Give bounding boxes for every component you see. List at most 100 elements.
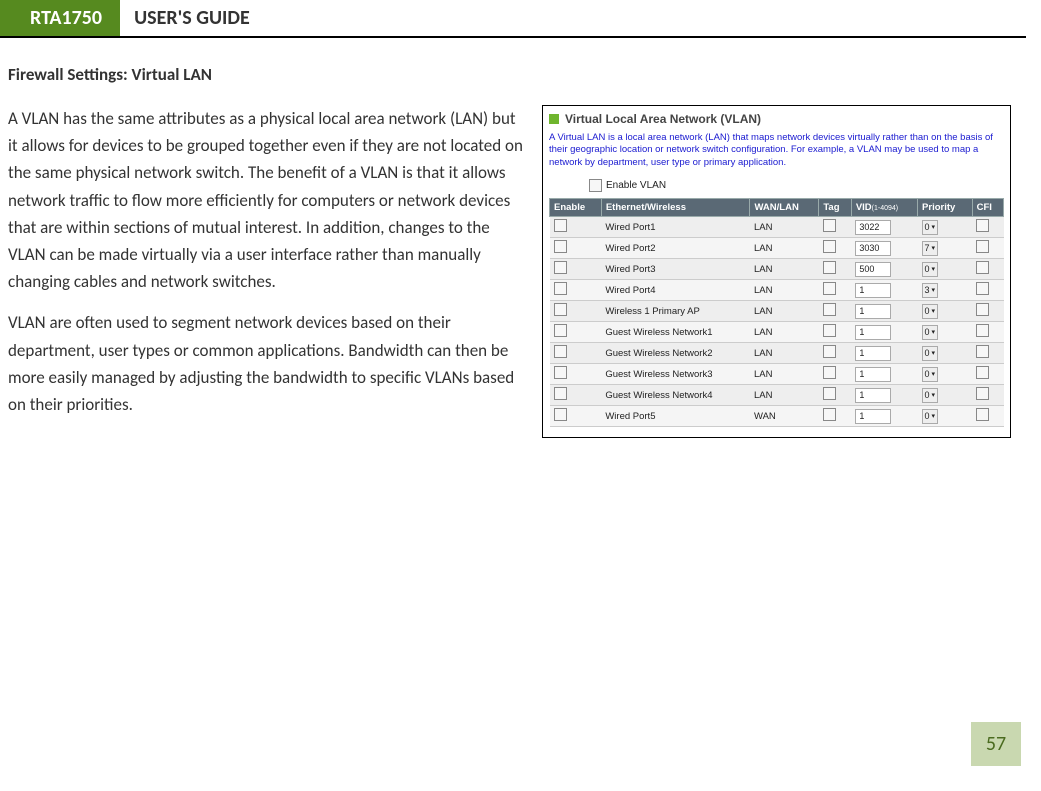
row-tag-checkbox[interactable]: [823, 345, 836, 358]
chevron-down-icon: ▾: [932, 223, 936, 231]
row-wanlan: WAN: [750, 406, 819, 427]
row-cfi-checkbox[interactable]: [976, 240, 989, 253]
row-tag-checkbox[interactable]: [823, 408, 836, 421]
enable-vlan-label: Enable VLAN: [606, 180, 666, 191]
chevron-down-icon: ▾: [932, 328, 936, 336]
screenshot-title: Virtual Local Area Network (VLAN): [565, 112, 761, 126]
row-tag-checkbox[interactable]: [823, 261, 836, 274]
row-vid-input[interactable]: 1: [855, 409, 891, 424]
row-enable-checkbox[interactable]: [554, 282, 567, 295]
row-tag-checkbox[interactable]: [823, 219, 836, 232]
section-title: Firewall Settings: Virtual LAN: [8, 64, 1011, 85]
row-vid-input[interactable]: 1: [855, 367, 891, 382]
row-wanlan: LAN: [750, 217, 819, 238]
row-priority-select[interactable]: 0▾: [922, 367, 939, 382]
table-row: Guest Wireless Network3LAN10▾: [550, 364, 1004, 385]
row-wanlan: LAN: [750, 259, 819, 280]
row-enable-checkbox[interactable]: [554, 303, 567, 316]
chevron-down-icon: ▾: [932, 391, 936, 399]
row-cfi-checkbox[interactable]: [976, 345, 989, 358]
row-name: Wired Port1: [601, 217, 750, 238]
col-wanlan: WAN/LAN: [750, 199, 819, 217]
table-row: Wired Port5WAN 1 0▾: [550, 406, 1004, 427]
table-row: Guest Wireless Network1LAN10▾: [550, 322, 1004, 343]
row-priority-select[interactable]: 0▾: [922, 262, 939, 277]
row-wanlan: LAN: [750, 322, 819, 343]
row-vid-input[interactable]: 1: [855, 304, 891, 319]
row-wanlan: LAN: [750, 343, 819, 364]
body-text: A VLAN has the same attributes as a phys…: [8, 105, 524, 432]
col-enable: Enable: [550, 199, 602, 217]
row-cfi-checkbox[interactable]: [976, 219, 989, 232]
enable-vlan-checkbox[interactable]: [589, 179, 602, 192]
row-tag-checkbox[interactable]: [823, 282, 836, 295]
row-enable-checkbox[interactable]: [554, 387, 567, 400]
row-wanlan: LAN: [750, 364, 819, 385]
row-priority-select[interactable]: 3▾: [922, 283, 939, 298]
row-cfi-checkbox[interactable]: [976, 261, 989, 274]
col-cfi: CFI: [972, 199, 1003, 217]
row-vid-input[interactable]: 500: [855, 262, 891, 277]
row-enable-checkbox[interactable]: [554, 324, 567, 337]
table-row: Guest Wireless Network4LAN 1 0▾: [550, 385, 1004, 406]
row-priority-select[interactable]: 0▾: [922, 346, 939, 361]
chevron-down-icon: ▾: [932, 307, 936, 315]
row-tag-checkbox[interactable]: [823, 303, 836, 316]
row-priority-select[interactable]: 7▾: [922, 241, 939, 256]
col-tag: Tag: [819, 199, 852, 217]
row-enable-checkbox[interactable]: [554, 366, 567, 379]
row-cfi-checkbox[interactable]: [976, 324, 989, 337]
row-wanlan: LAN: [750, 301, 819, 322]
row-tag-checkbox[interactable]: [823, 324, 836, 337]
row-vid-input[interactable]: 1: [855, 346, 891, 361]
row-priority-select[interactable]: 0▾: [922, 409, 939, 424]
row-cfi-checkbox[interactable]: [976, 408, 989, 421]
row-enable-checkbox[interactable]: [554, 345, 567, 358]
col-eth: Ethernet/Wireless: [601, 199, 750, 217]
row-priority-select[interactable]: 0▾: [922, 220, 939, 235]
row-name: Wired Port2: [601, 238, 750, 259]
row-name: Guest Wireless Network4: [601, 385, 750, 406]
row-vid-input[interactable]: 1: [855, 283, 891, 298]
page-header: RTA1750 USER'S GUIDE: [0, 0, 1026, 38]
row-wanlan: LAN: [750, 385, 819, 406]
row-vid-input[interactable]: 3030: [855, 241, 891, 256]
row-tag-checkbox[interactable]: [823, 366, 836, 379]
row-name: Guest Wireless Network2: [601, 343, 750, 364]
col-priority: Priority: [918, 199, 973, 217]
chevron-down-icon: ▾: [932, 265, 936, 273]
row-vid-input[interactable]: 3022: [855, 220, 891, 235]
row-wanlan: LAN: [750, 238, 819, 259]
row-cfi-checkbox[interactable]: [976, 387, 989, 400]
row-cfi-checkbox[interactable]: [976, 282, 989, 295]
row-priority-select[interactable]: 0▾: [922, 304, 939, 319]
enable-vlan-row: Enable VLAN: [589, 179, 1004, 192]
table-row: Wired Port3LAN 500 0▾: [550, 259, 1004, 280]
paragraph-1: A VLAN has the same attributes as a phys…: [8, 105, 524, 295]
vlan-screenshot: Virtual Local Area Network (VLAN) A Virt…: [542, 105, 1011, 438]
table-row: Wired Port1LAN 3022 0▾: [550, 217, 1004, 238]
row-vid-input[interactable]: 1: [855, 325, 891, 340]
row-name: Wired Port3: [601, 259, 750, 280]
row-enable-checkbox[interactable]: [554, 219, 567, 232]
row-tag-checkbox[interactable]: [823, 240, 836, 253]
row-priority-select[interactable]: 0▾: [922, 325, 939, 340]
row-tag-checkbox[interactable]: [823, 387, 836, 400]
row-cfi-checkbox[interactable]: [976, 366, 989, 379]
chevron-down-icon: ▾: [932, 286, 936, 294]
row-priority-select[interactable]: 0▾: [922, 388, 939, 403]
row-vid-input[interactable]: 1: [855, 388, 891, 403]
row-enable-checkbox[interactable]: [554, 408, 567, 421]
screenshot-title-row: Virtual Local Area Network (VLAN): [549, 112, 1004, 126]
row-cfi-checkbox[interactable]: [976, 303, 989, 316]
page-number: 57: [971, 722, 1021, 766]
chevron-down-icon: ▾: [932, 370, 936, 378]
page-content: Firewall Settings: Virtual LAN A VLAN ha…: [0, 38, 1041, 438]
table-row: Wired Port4LAN13▾: [550, 280, 1004, 301]
chevron-down-icon: ▾: [932, 244, 936, 252]
row-name: Wired Port5: [601, 406, 750, 427]
row-name: Wired Port4: [601, 280, 750, 301]
row-enable-checkbox[interactable]: [554, 261, 567, 274]
row-enable-checkbox[interactable]: [554, 240, 567, 253]
header-model: RTA1750: [0, 0, 120, 36]
